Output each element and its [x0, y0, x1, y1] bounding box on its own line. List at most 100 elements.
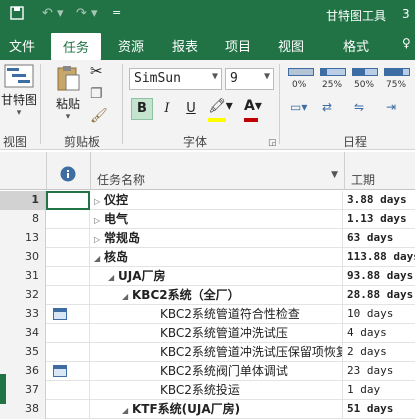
- row-id-cell[interactable]: 38: [0, 400, 46, 419]
- indicator-cell[interactable]: [46, 400, 90, 419]
- indicator-cell[interactable]: [46, 191, 90, 210]
- row-id-cell[interactable]: 32: [0, 286, 46, 305]
- table-row[interactable]: 34 KBC2系统管道冲洗试压 4 days: [0, 324, 415, 343]
- table-row[interactable]: 13 ▷ 常规岛 63 days: [0, 229, 415, 248]
- task-name-cell[interactable]: KBC2系统管道冲洗试压: [90, 324, 343, 343]
- tab-view[interactable]: 视图: [278, 36, 304, 55]
- duration-cell[interactable]: 23 days: [344, 362, 415, 381]
- indicators-column-header[interactable]: [46, 152, 90, 190]
- row-id-cell[interactable]: 13: [0, 229, 46, 248]
- task-name-cell[interactable]: ◢ KBC2系统（全厂）: [90, 286, 343, 305]
- select-all-corner[interactable]: [0, 152, 46, 190]
- indicator-cell[interactable]: [46, 305, 90, 324]
- row-id-cell[interactable]: 33: [0, 305, 46, 324]
- highlight-color-icon[interactable]: 🖍▾: [208, 98, 233, 114]
- row-id-cell[interactable]: 36: [0, 362, 46, 381]
- format-painter-icon[interactable]: 🖌: [90, 108, 108, 124]
- task-name-column-header[interactable]: 任务名称 ▼: [90, 152, 344, 190]
- help-icon[interactable]: ♀: [402, 36, 411, 50]
- tab-task[interactable]: 任务: [51, 33, 102, 60]
- table-row[interactable]: 36 KBC2系统阀门单体调试 23 days: [0, 362, 415, 381]
- table-row[interactable]: 35 KBC2系统管道冲洗试压保留项恢复 2 days: [0, 343, 415, 362]
- duration-column-header[interactable]: 工期: [344, 152, 415, 190]
- indicator-cell[interactable]: [46, 324, 90, 343]
- tab-project[interactable]: 项目: [225, 36, 251, 55]
- underline-button[interactable]: U: [180, 98, 202, 120]
- row-id-cell[interactable]: 37: [0, 381, 46, 400]
- indicator-cell[interactable]: [46, 248, 90, 267]
- paste-button[interactable]: 粘贴 ▾: [50, 64, 86, 124]
- gantt-chart-button[interactable]: 甘特图 ▾: [0, 64, 38, 124]
- expand-icon[interactable]: ▷: [94, 231, 104, 248]
- indicator-cell[interactable]: [46, 381, 90, 400]
- row-id-cell[interactable]: 31: [0, 267, 46, 286]
- tab-resource[interactable]: 资源: [118, 36, 144, 55]
- bold-button[interactable]: B: [131, 98, 153, 120]
- chevron-down-icon[interactable]: ▼: [331, 170, 338, 180]
- task-name-cell[interactable]: KBC2系统阀门单体调试: [90, 362, 343, 381]
- duration-cell[interactable]: 1.13 days: [344, 210, 415, 229]
- font-dialog-launcher-icon[interactable]: ◲: [268, 138, 277, 148]
- table-row[interactable]: 1 ▷ 仪控 3.88 days: [0, 191, 415, 210]
- redo-icon[interactable]: ↷ ▾: [76, 6, 98, 21]
- tab-report[interactable]: 报表: [172, 36, 198, 55]
- task-name-cell[interactable]: KBC2系统管道符合性检查: [90, 305, 343, 324]
- row-id-cell[interactable]: 35: [0, 343, 46, 362]
- unlink-tasks-icon[interactable]: ⇋: [354, 100, 364, 114]
- duration-cell[interactable]: 93.88 days: [344, 267, 415, 286]
- customize-qat-icon[interactable]: =: [112, 6, 121, 19]
- cut-icon[interactable]: ✂: [90, 62, 103, 80]
- duration-cell[interactable]: 4 days: [344, 324, 415, 343]
- task-name-cell[interactable]: KBC2系统管道冲洗试压保留项恢复: [90, 343, 343, 362]
- collapse-icon[interactable]: ◢: [108, 269, 118, 286]
- task-name-cell[interactable]: ◢ KTF系统(UJA厂房): [90, 400, 343, 419]
- progress-25-icon[interactable]: [320, 68, 346, 76]
- duration-cell[interactable]: 10 days: [344, 305, 415, 324]
- font-color-icon[interactable]: A▾: [244, 98, 262, 114]
- expand-icon[interactable]: ▷: [94, 193, 104, 210]
- table-row[interactable]: 8 ▷ 电气 1.13 days: [0, 210, 415, 229]
- respect-links-icon[interactable]: ⇥: [386, 100, 396, 114]
- row-id-cell[interactable]: 1: [0, 191, 46, 210]
- table-row[interactable]: 32 ◢ KBC2系统（全厂） 28.88 days: [0, 286, 415, 305]
- collapse-icon[interactable]: ◢: [122, 288, 132, 305]
- table-row[interactable]: 31 ◢ UJA厂房 93.88 days: [0, 267, 415, 286]
- italic-button[interactable]: I: [156, 98, 178, 120]
- table-row[interactable]: 33 KBC2系统管道符合性检查 10 days: [0, 305, 415, 324]
- indicator-cell[interactable]: [46, 343, 90, 362]
- task-name-cell[interactable]: ▷ 常规岛: [90, 229, 343, 248]
- save-icon[interactable]: [10, 6, 24, 24]
- indicator-cell[interactable]: [46, 210, 90, 229]
- tab-format[interactable]: 格式: [343, 36, 369, 55]
- expand-icon[interactable]: ▷: [94, 212, 104, 229]
- copy-icon[interactable]: ❐: [90, 86, 103, 102]
- row-id-cell[interactable]: 30: [0, 248, 46, 267]
- table-row[interactable]: 38 ◢ KTF系统(UJA厂房) 51 days: [0, 400, 415, 419]
- indicator-cell[interactable]: [46, 286, 90, 305]
- row-id-cell[interactable]: 34: [0, 324, 46, 343]
- task-name-cell[interactable]: ▷ 仪控: [90, 191, 343, 210]
- progress-75-icon[interactable]: [384, 68, 410, 76]
- duration-cell[interactable]: 51 days: [344, 400, 415, 419]
- font-size-dropdown[interactable]: 9 ▼: [225, 68, 274, 90]
- collapse-icon[interactable]: ◢: [122, 402, 132, 419]
- table-row[interactable]: 30 ◢ 核岛 113.88 days: [0, 248, 415, 267]
- task-name-cell[interactable]: KBC2系统投运: [90, 381, 343, 400]
- collapse-icon[interactable]: ◢: [94, 250, 104, 267]
- undo-icon[interactable]: ↶ ▾: [42, 6, 64, 21]
- link-tasks-icon[interactable]: ⇄: [322, 100, 332, 114]
- task-name-cell[interactable]: ◢ 核岛: [90, 248, 343, 267]
- duration-cell[interactable]: 1 day: [344, 381, 415, 400]
- row-id-cell[interactable]: 8: [0, 210, 46, 229]
- duration-cell[interactable]: 3.88 days: [344, 191, 415, 210]
- progress-50-icon[interactable]: [352, 68, 378, 76]
- tab-file[interactable]: 文件: [9, 36, 35, 55]
- task-name-cell[interactable]: ▷ 电气: [90, 210, 343, 229]
- indicator-cell[interactable]: [46, 267, 90, 286]
- task-name-cell[interactable]: ◢ UJA厂房: [90, 267, 343, 286]
- font-name-dropdown[interactable]: SimSun ▼: [129, 68, 222, 90]
- duration-cell[interactable]: 28.88 days: [344, 286, 415, 305]
- table-row[interactable]: 37 KBC2系统投运 1 day: [0, 381, 415, 400]
- duration-cell[interactable]: 63 days: [344, 229, 415, 248]
- indicator-cell[interactable]: [46, 362, 90, 381]
